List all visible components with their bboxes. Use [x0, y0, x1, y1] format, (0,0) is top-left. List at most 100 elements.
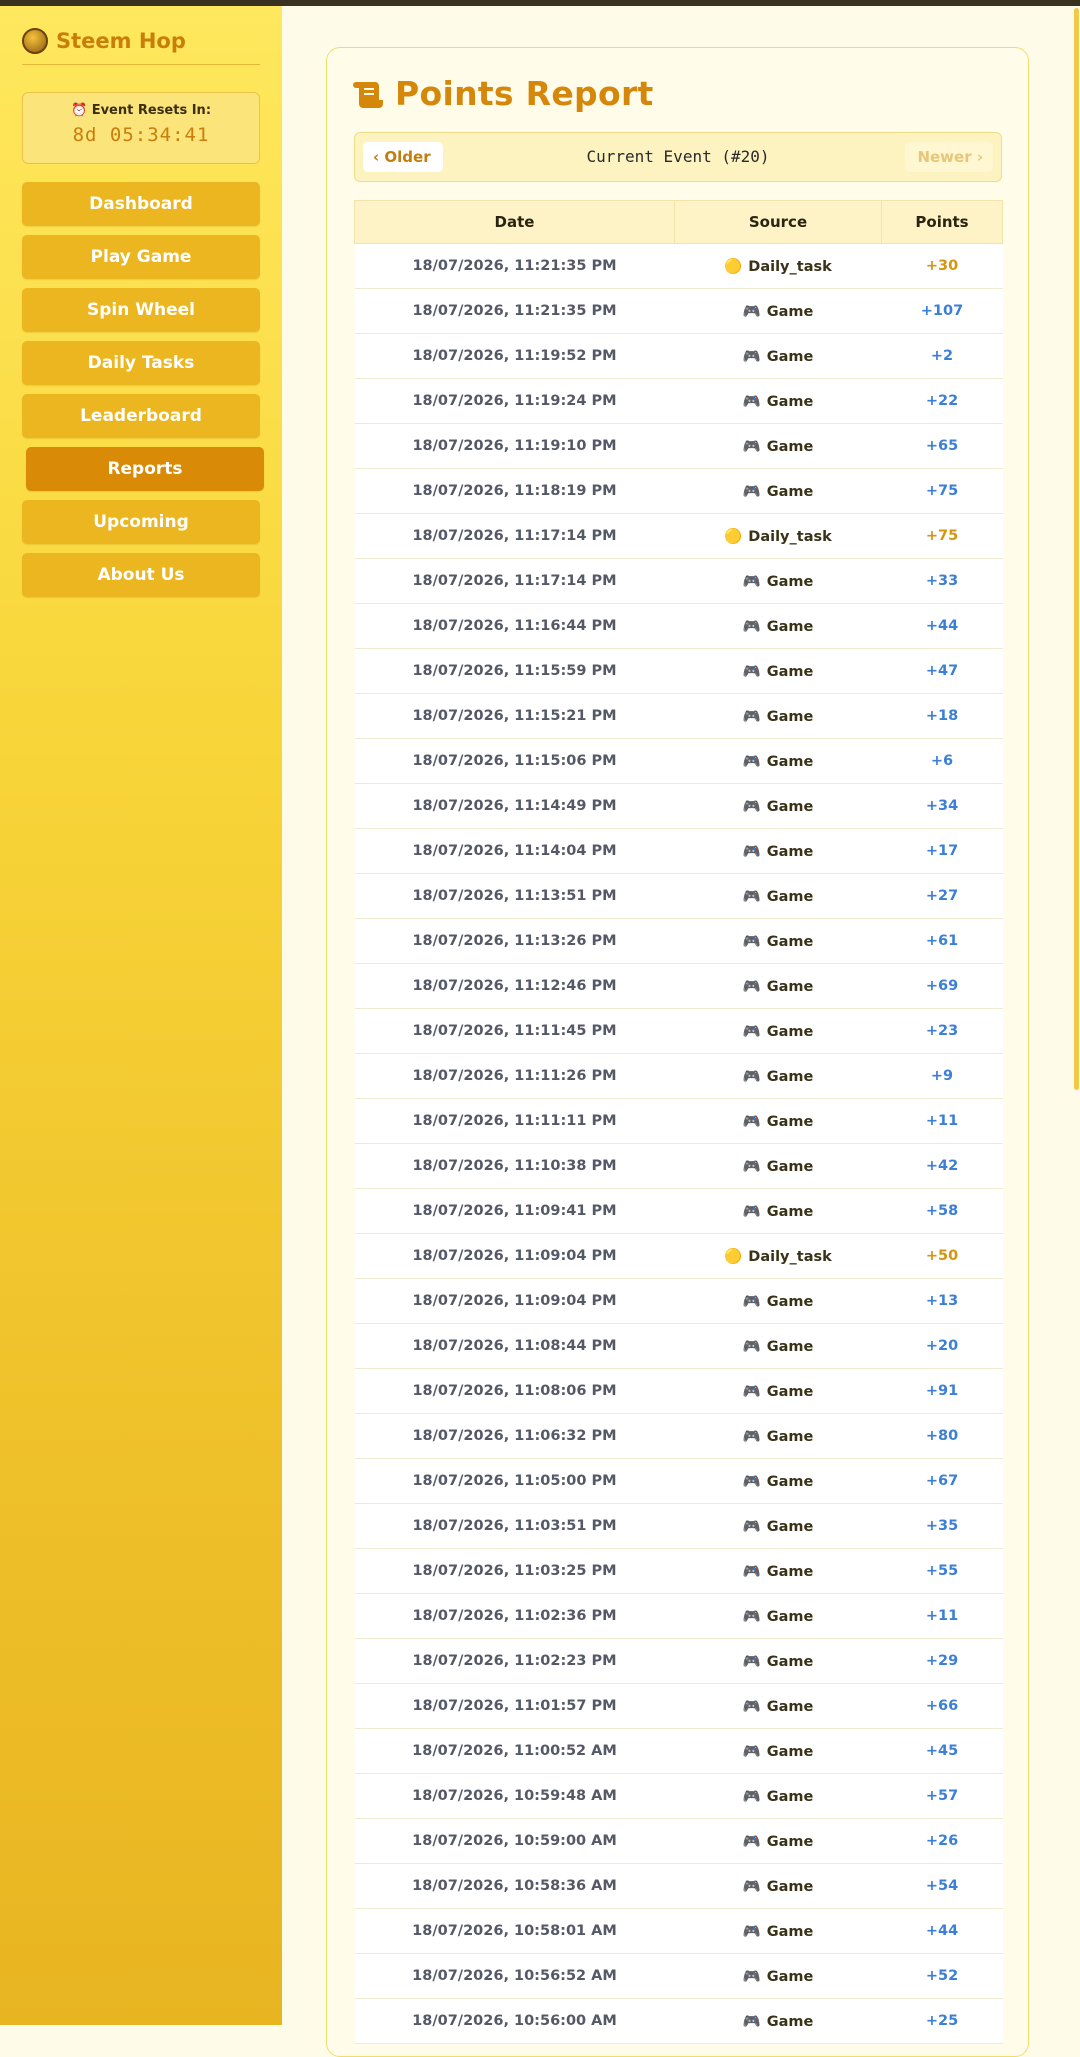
row-date: 18/07/2026, 11:21:35 PM	[354, 288, 675, 334]
row-points: +47	[881, 648, 1003, 694]
row-source: 🎮 Game	[674, 1953, 882, 1999]
page-scrollbar[interactable]	[1072, 0, 1080, 2025]
row-source: 🎮 Game	[674, 1638, 882, 1684]
row-points: +25	[881, 1998, 1003, 2044]
row-points: +69	[881, 963, 1003, 1009]
column-header-source: Source	[674, 200, 882, 244]
row-date: 18/07/2026, 11:12:46 PM	[354, 963, 675, 1009]
row-source-label: Game	[766, 1068, 814, 1085]
sidebar-item-about-us[interactable]: About Us	[22, 553, 260, 597]
row-source-label: Game	[766, 888, 814, 905]
row-date: 18/07/2026, 11:11:11 PM	[354, 1098, 675, 1144]
row-source-label: Game	[766, 1968, 814, 1985]
game-controller-icon: 🎮	[742, 1203, 761, 1220]
game-controller-icon: 🎮	[742, 1563, 761, 1580]
row-source-label: Game	[766, 1563, 814, 1580]
event-timer-value: 8d 05:34:41	[72, 124, 210, 146]
row-source-label: Game	[766, 1608, 814, 1625]
row-source: 🎮 Game	[674, 1188, 882, 1234]
row-source: 🎮 Game	[674, 783, 882, 829]
sidebar-item-play-game[interactable]: Play Game	[22, 235, 260, 279]
row-source: 🎮 Game	[674, 423, 882, 469]
sidebar-item-dashboard[interactable]: Dashboard	[22, 182, 260, 226]
points-table: Date Source Points 18/07/2026, 11:21:35 …	[354, 200, 1003, 2044]
table-row: 18/07/2026, 11:02:36 PM 🎮 Game +11	[354, 1593, 1003, 1639]
row-source-label: Game	[766, 1518, 814, 1535]
sidebar-item-daily-tasks[interactable]: Daily Tasks	[22, 341, 260, 385]
row-source: 🟡 Daily_task	[674, 243, 882, 289]
row-source: 🎮 Game	[674, 1728, 882, 1774]
row-points: +29	[881, 1638, 1003, 1684]
row-source: 🎮 Game	[674, 738, 882, 784]
scrollbar-thumb[interactable]	[1074, 8, 1079, 1090]
row-points: +20	[881, 1323, 1003, 1369]
table-row: 18/07/2026, 11:09:41 PM 🎮 Game +58	[354, 1188, 1003, 1234]
row-source-label: Game	[766, 483, 814, 500]
page-title: Points Report	[395, 74, 654, 113]
row-source: 🎮 Game	[674, 1098, 882, 1144]
row-points: +27	[881, 873, 1003, 919]
game-controller-icon: 🎮	[742, 303, 761, 320]
table-row: 18/07/2026, 10:59:48 AM 🎮 Game +57	[354, 1773, 1003, 1819]
table-row: 18/07/2026, 11:11:26 PM 🎮 Game +9	[354, 1053, 1003, 1099]
game-controller-icon: 🎮	[742, 2013, 761, 2030]
row-date: 18/07/2026, 11:19:10 PM	[354, 423, 675, 469]
table-row: 18/07/2026, 11:11:45 PM 🎮 Game +23	[354, 1008, 1003, 1054]
row-source-label: Game	[766, 303, 814, 320]
game-controller-icon: 🎮	[742, 1788, 761, 1805]
row-date: 18/07/2026, 11:02:23 PM	[354, 1638, 675, 1684]
row-source-label: Game	[766, 573, 814, 590]
row-source-label: Game	[766, 1338, 814, 1355]
brand[interactable]: Steem Hop	[22, 28, 186, 54]
row-points: +22	[881, 378, 1003, 424]
row-source-label: Game	[766, 1293, 814, 1310]
row-source: 🎮 Game	[674, 288, 882, 334]
row-date: 18/07/2026, 11:17:14 PM	[354, 558, 675, 604]
row-date: 18/07/2026, 11:13:26 PM	[354, 918, 675, 964]
sidebar-item-leaderboard[interactable]: Leaderboard	[22, 394, 260, 438]
row-points: +6	[881, 738, 1003, 784]
row-points: +75	[881, 513, 1003, 559]
row-source-label: Game	[766, 843, 814, 860]
sidebar-item-upcoming[interactable]: Upcoming	[22, 500, 260, 544]
row-source-label: Daily_task	[748, 528, 832, 545]
game-controller-icon: 🎮	[742, 1743, 761, 1760]
row-source: 🎮 Game	[674, 1863, 882, 1909]
row-source-label: Game	[766, 393, 814, 410]
row-source: 🎮 Game	[674, 828, 882, 874]
row-source: 🎮 Game	[674, 1413, 882, 1459]
row-date: 18/07/2026, 10:59:00 AM	[354, 1818, 675, 1864]
row-points: +34	[881, 783, 1003, 829]
newer-button[interactable]: Newer ›	[905, 142, 993, 172]
game-controller-icon: 🎮	[742, 1158, 761, 1175]
table-header-row: Date Source Points	[354, 200, 1003, 244]
row-date: 18/07/2026, 11:08:44 PM	[354, 1323, 675, 1369]
row-points: +13	[881, 1278, 1003, 1324]
row-points: +45	[881, 1728, 1003, 1774]
row-source-label: Game	[766, 663, 814, 680]
row-source: 🎮 Game	[674, 1818, 882, 1864]
row-source-label: Game	[766, 438, 814, 455]
row-date: 18/07/2026, 11:02:36 PM	[354, 1593, 675, 1639]
table-row: 18/07/2026, 10:58:36 AM 🎮 Game +54	[354, 1863, 1003, 1909]
sidebar-item-spin-wheel[interactable]: Spin Wheel	[22, 288, 260, 332]
game-controller-icon: 🎮	[742, 1968, 761, 1985]
game-controller-icon: 🎮	[742, 483, 761, 500]
table-row: 18/07/2026, 11:14:04 PM 🎮 Game +17	[354, 828, 1003, 874]
current-event-label: Current Event (#20)	[586, 147, 770, 166]
game-controller-icon: 🎮	[742, 348, 761, 365]
sidebar: Steem Hop ⏰ Event Resets In: 8d 05:34:41…	[0, 0, 282, 2025]
row-source-label: Game	[766, 1653, 814, 1670]
row-source-label: Game	[766, 708, 814, 725]
row-date: 18/07/2026, 10:58:01 AM	[354, 1908, 675, 1954]
row-points: +58	[881, 1188, 1003, 1234]
row-points: +75	[881, 468, 1003, 514]
row-points: +26	[881, 1818, 1003, 1864]
row-source-label: Game	[766, 1923, 814, 1940]
newer-button-label: Newer	[917, 148, 972, 166]
sidebar-item-reports[interactable]: Reports	[26, 447, 264, 491]
row-date: 18/07/2026, 11:09:04 PM	[354, 1233, 675, 1279]
row-date: 18/07/2026, 11:10:38 PM	[354, 1143, 675, 1189]
game-controller-icon: 🎮	[742, 708, 761, 725]
coin-icon: 🟡	[724, 258, 743, 275]
